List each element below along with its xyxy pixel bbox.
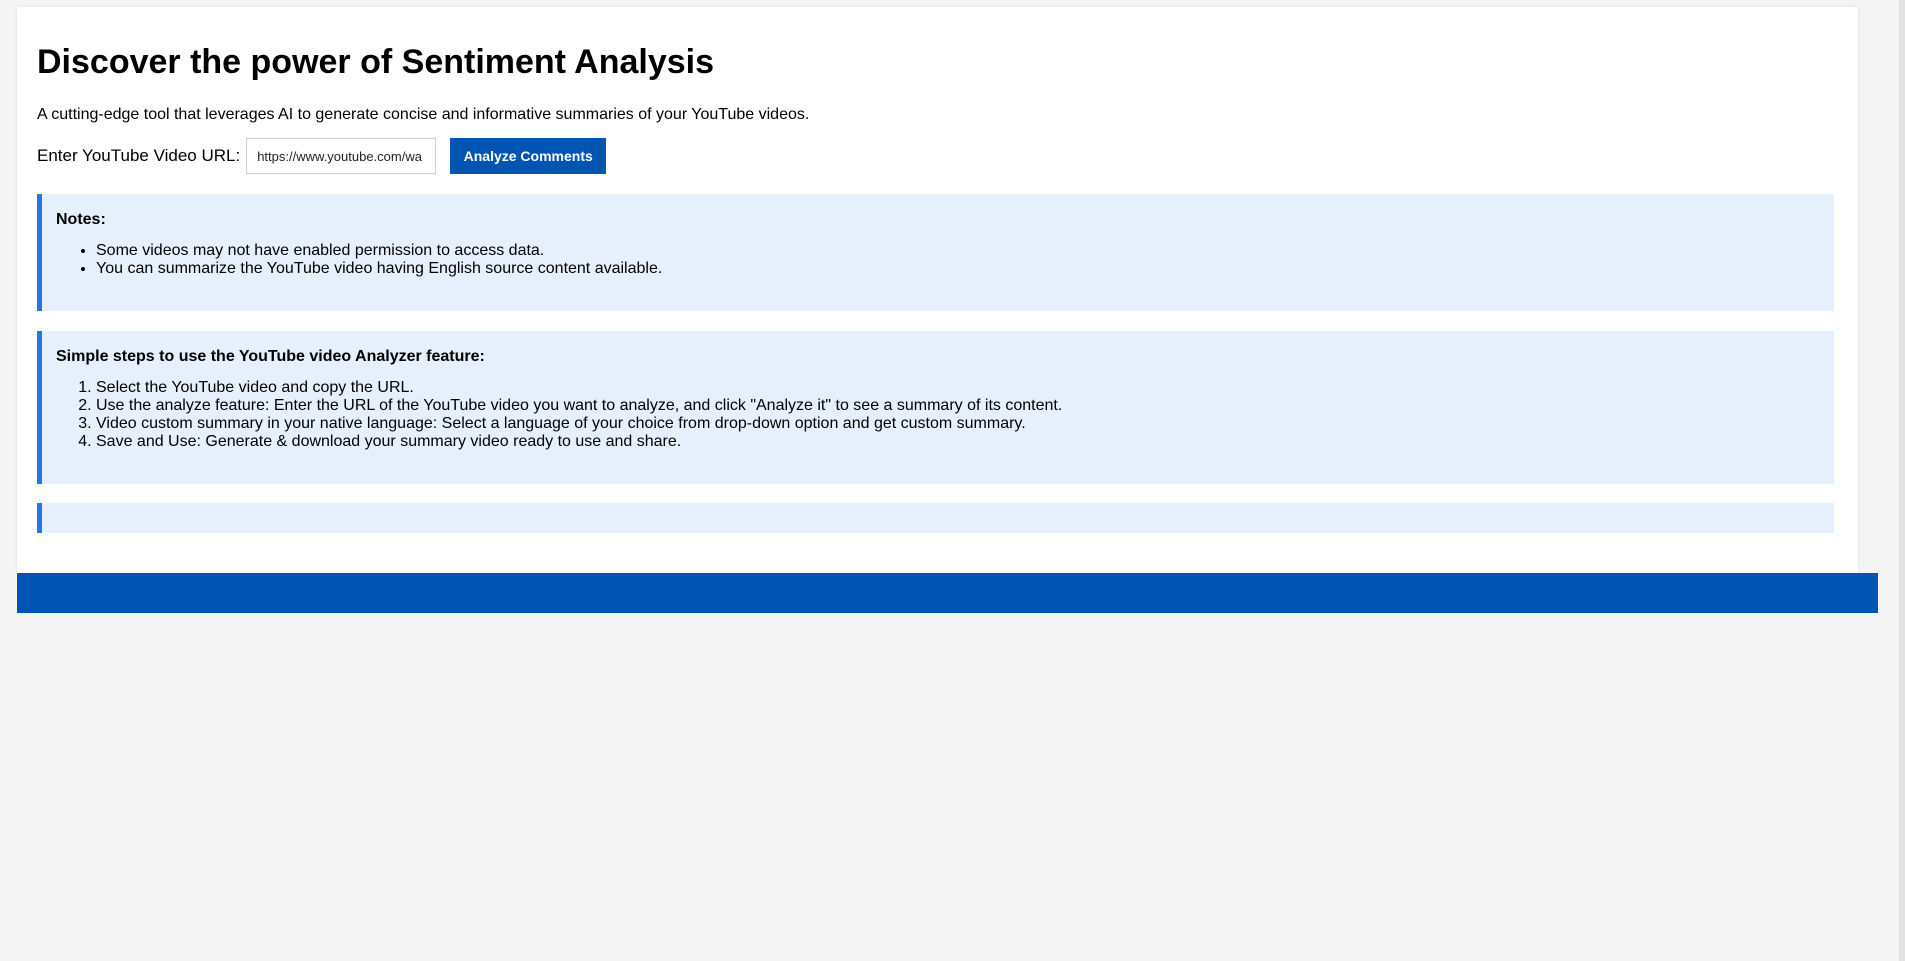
list-item: You can summarize the YouTube video havi… <box>96 260 662 278</box>
list-item: Video custom summary in your native lang… <box>96 415 1062 433</box>
page-title: Discover the power of Sentiment Analysis <box>37 43 715 81</box>
notes-heading: Notes: <box>56 211 106 228</box>
results-box <box>37 503 1834 533</box>
list-item: Some videos may not have enabled permiss… <box>96 242 662 260</box>
list-item: Select the YouTube video and copy the UR… <box>96 379 1062 397</box>
scrollbar[interactable] <box>1899 0 1905 961</box>
url-input[interactable] <box>246 138 437 174</box>
main-card: Discover the power of Sentiment Analysis… <box>17 7 1858 573</box>
steps-heading: Simple steps to use the YouTube video An… <box>56 348 485 365</box>
url-form: Enter YouTube Video URL: Analyze Comment… <box>37 138 607 174</box>
notes-box: Notes: Some videos may not have enabled … <box>37 194 1834 311</box>
page: Discover the power of Sentiment Analysis… <box>0 0 1905 961</box>
steps-box: Simple steps to use the YouTube video An… <box>37 331 1834 484</box>
footer-bar <box>17 573 1878 613</box>
steps-list: Select the YouTube video and copy the UR… <box>42 379 1062 451</box>
list-item: Use the analyze feature: Enter the URL o… <box>96 397 1062 415</box>
list-item: Save and Use: Generate & download your s… <box>96 433 1062 451</box>
analyze-comments-button[interactable]: Analyze Comments <box>450 138 607 174</box>
page-subtitle: A cutting-edge tool that leverages AI to… <box>37 106 810 123</box>
notes-list: Some videos may not have enabled permiss… <box>42 242 662 278</box>
url-label: Enter YouTube Video URL: <box>37 146 241 165</box>
